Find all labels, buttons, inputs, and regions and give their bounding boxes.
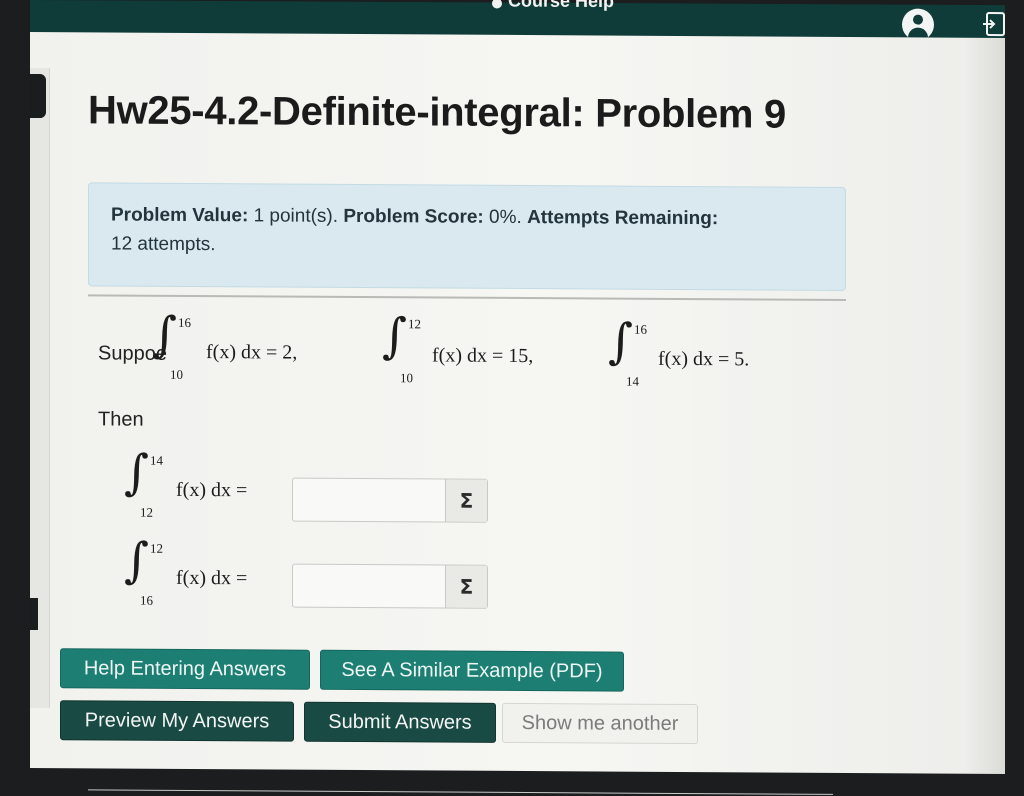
equation-editor-icon[interactable]: Σ <box>445 479 487 522</box>
show-me-another-button[interactable]: Show me another <box>502 702 698 745</box>
integrand-expression: f(x) dx = <box>176 566 248 590</box>
upper-limit: 16 <box>634 321 647 337</box>
integral-sign: ∫ <box>382 308 408 365</box>
integrand-expression: f(x) dx = 5. <box>658 347 750 371</box>
integrand-expression: f(x) dx = 15, <box>432 344 534 368</box>
answer-input-2[interactable] <box>293 564 448 608</box>
upper-limit: 16 <box>178 314 191 330</box>
panel-edge-shade <box>965 37 1005 774</box>
upper-limit: 14 <box>150 452 163 468</box>
integral-sign: ∫ <box>124 532 150 589</box>
problem-page-panel: Hw25-4.2-Definite-integral: Problem 9 Pr… <box>30 32 1005 795</box>
preview-answers-button[interactable]: Preview My Answers <box>60 700 294 742</box>
help-entering-answers-button[interactable]: Help Entering Answers <box>60 648 310 690</box>
integral-sign: ∫ <box>152 306 178 363</box>
help-icon[interactable] <box>492 0 502 9</box>
answer-input-1[interactable] <box>293 478 448 522</box>
upper-limit: 12 <box>408 316 421 332</box>
answer-field-2[interactable]: Σ <box>292 563 488 609</box>
submit-answers-button[interactable]: Submit Answers <box>304 701 496 743</box>
integrand-expression: f(x) dx = <box>176 478 248 502</box>
lower-limit: 10 <box>400 370 413 386</box>
course-help-link[interactable]: Course Help <box>508 0 614 12</box>
lower-limit: 12 <box>140 504 153 520</box>
bottom-divider <box>88 789 833 795</box>
then-text: Then <box>98 408 144 431</box>
integrand-expression: f(x) dx = 2, <box>206 341 298 364</box>
logout-icon[interactable] <box>982 11 1006 37</box>
user-head-shape <box>913 14 923 25</box>
lower-limit: 14 <box>626 373 639 389</box>
user-account-icon[interactable] <box>902 8 934 41</box>
integral-sign: ∫ <box>608 313 634 370</box>
see-similar-example-button[interactable]: See A Similar Example (PDF) <box>320 649 624 692</box>
upper-limit: 12 <box>150 540 163 556</box>
answer-field-1[interactable]: Σ <box>292 477 488 523</box>
lower-limit: 16 <box>140 592 153 608</box>
equation-editor-icon[interactable]: Σ <box>445 565 487 608</box>
problem-body: Suppoe ∫ 16 10 f(x) dx = 2, ∫ 12 10 f(x)… <box>30 32 1005 795</box>
lower-limit: 10 <box>170 366 183 382</box>
integral-sign: ∫ <box>124 444 150 501</box>
